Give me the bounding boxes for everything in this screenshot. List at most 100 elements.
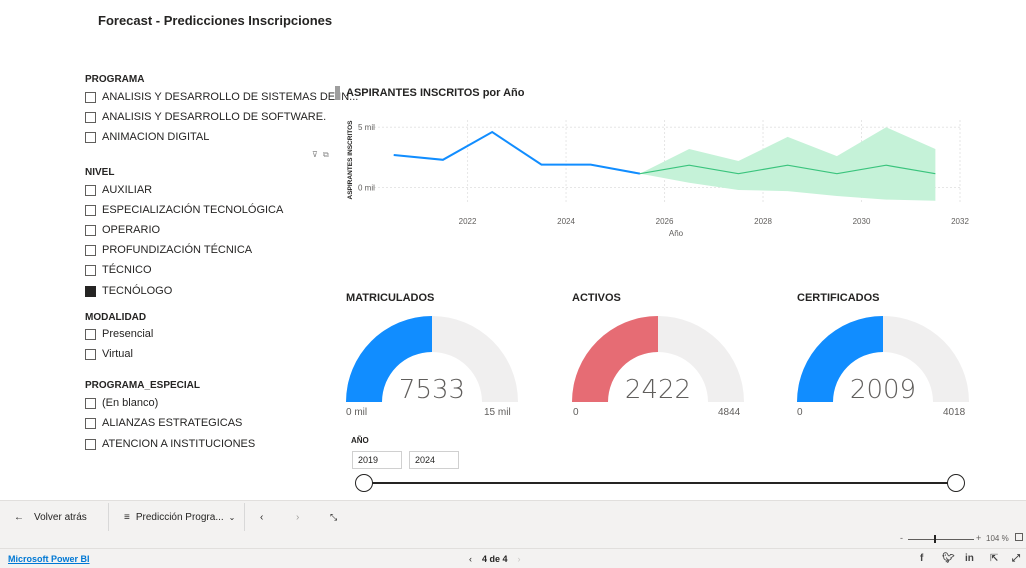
x-tick-label: 2026 xyxy=(656,217,674,226)
next-page-icon[interactable]: › xyxy=(518,554,521,564)
checkbox[interactable] xyxy=(85,111,96,123)
slicer-item-nivel-1[interactable]: ESPECIALIZACIÓN TECNOLÓGICA xyxy=(85,204,283,216)
year-slider-handle-start[interactable] xyxy=(355,474,373,492)
slicer-item-label: ANALISIS Y DESARROLLO DE SOFTWARE. xyxy=(102,111,327,123)
page-menu-button[interactable]: ≡ Predicción Progra... ⌄ xyxy=(124,512,235,523)
back-arrow-icon: ← xyxy=(14,512,24,523)
slicer-item-modalidad-1[interactable]: Virtual xyxy=(85,348,133,360)
share-icon[interactable]: ⇱ xyxy=(990,553,998,564)
slicer-item-label: ANIMACION DIGITAL xyxy=(102,131,210,143)
kpi-value-activos: 2422 xyxy=(624,375,692,405)
checkbox[interactable] xyxy=(85,204,96,216)
year-slicer-label: AÑO xyxy=(351,436,369,445)
slicer-item-label: ATENCION A INSTITUCIONES xyxy=(102,438,256,450)
checkbox[interactable] xyxy=(85,184,96,196)
checkbox[interactable] xyxy=(85,348,96,360)
prev-page-button[interactable]: ‹ xyxy=(260,512,263,523)
gauge-min-activos: 0 xyxy=(573,407,579,418)
divider xyxy=(108,503,109,531)
slicer-item-programa-especial-2[interactable]: ATENCION A INSTITUCIONES xyxy=(85,438,255,450)
zoom-out-button[interactable]: - xyxy=(900,533,903,543)
facebook-icon[interactable]: f xyxy=(920,553,923,564)
x-tick-label: 2028 xyxy=(754,217,772,226)
x-axis-label: Año xyxy=(669,229,684,238)
actual-series-line xyxy=(393,130,641,175)
slicer-item-nivel-4[interactable]: TÉCNICO xyxy=(85,264,152,276)
checkbox[interactable] xyxy=(85,224,96,236)
powerbi-link[interactable]: Microsoft Power BI xyxy=(8,554,90,564)
slicer-title-programa: PROGRAMA xyxy=(85,74,145,85)
menu-lines-icon: ≡ xyxy=(124,512,130,523)
checkbox[interactable] xyxy=(85,131,96,143)
line-chart: 2022 2024 2026 2028 2030 2032 0 mil5 mil Año … xyxy=(347,120,970,238)
gauge-max-matriculados: 15 mil xyxy=(484,407,511,418)
zoom-slider-track[interactable] xyxy=(908,539,974,540)
checkbox[interactable] xyxy=(85,244,96,256)
checkbox[interactable] xyxy=(85,285,96,297)
fullscreen-button[interactable]: ⤡ xyxy=(330,512,337,523)
checkbox[interactable] xyxy=(85,438,96,450)
kpi-value-matriculados: 7533 xyxy=(398,375,466,405)
slicer-item-modalidad-0[interactable]: Presencial xyxy=(85,328,153,340)
slicer-item-programa-especial-1[interactable]: ALIANZAS ESTRATEGICAS xyxy=(85,417,242,429)
y-tick-label: 0 mil xyxy=(358,184,375,193)
x-tick-label: 2022 xyxy=(459,217,477,226)
checkbox[interactable] xyxy=(85,264,96,276)
year-from-input[interactable]: 2019 xyxy=(352,451,402,469)
slicer-item-label: TÉCNICO xyxy=(102,264,152,276)
next-page-icon: › xyxy=(296,512,300,523)
fullscreen-icon: ⤡ xyxy=(330,512,338,522)
forecast-band xyxy=(639,127,936,201)
slicer-item-programa-1[interactable]: ANALISIS Y DESARROLLO DE SOFTWARE. xyxy=(85,111,326,123)
slicer-item-nivel-0[interactable]: AUXILIAR xyxy=(85,184,152,196)
checkbox[interactable] xyxy=(85,328,96,340)
gauge-max-activos: 4844 xyxy=(718,407,741,418)
kpi-title-matriculados: MATRICULADOS xyxy=(346,292,435,304)
checkbox[interactable] xyxy=(85,91,96,103)
zoom-in-button[interactable]: + xyxy=(976,533,981,543)
back-label: Volver atrás xyxy=(34,512,87,523)
kpi-title-certificados: CERTIFICADOS xyxy=(797,292,880,304)
year-slider-track[interactable] xyxy=(364,482,956,484)
slicer-item-nivel-3[interactable]: PROFUNDIZACIÓN TÉCNICA xyxy=(85,244,252,256)
slicer-title-modalidad: MODALIDAD xyxy=(85,312,147,323)
slicer-title-nivel: NIVEL xyxy=(85,167,115,178)
kpi-title-activos: ACTIVOS xyxy=(572,292,621,304)
back-button[interactable]: ← Volver atrás xyxy=(14,512,87,523)
year-slider-handle-end[interactable] xyxy=(947,474,965,492)
page-indicator: ‹ 4 de 4 › xyxy=(469,554,521,564)
chart-title: ASPIRANTES INSCRITOS por Año xyxy=(346,87,525,99)
slicer-item-label: (En blanco) xyxy=(102,397,159,409)
zoom-row xyxy=(0,534,1026,548)
x-axis-ticks: 2022 2024 2026 2028 2030 2032 xyxy=(459,217,970,226)
slicer-item-programa-2[interactable]: ANIMACION DIGITAL xyxy=(85,131,209,143)
slicer-item-label: Virtual xyxy=(102,348,133,360)
y-axis-ticks: 0 mil 5 mil xyxy=(358,123,375,192)
confidence-band xyxy=(639,127,936,201)
divider xyxy=(244,503,245,531)
checkbox[interactable] xyxy=(85,397,96,409)
zoom-level: 104 % xyxy=(986,534,1009,543)
slicer-item-nivel-2[interactable]: OPERARIO xyxy=(85,224,160,236)
prev-page-icon[interactable]: ‹ xyxy=(469,554,472,564)
slicer-item-label: OPERARIO xyxy=(102,224,161,236)
next-page-button[interactable]: › xyxy=(296,512,299,523)
gauge-min-matriculados: 0 mil xyxy=(346,407,368,418)
fit-page-icon[interactable] xyxy=(1015,533,1023,541)
zoom-slider-handle[interactable] xyxy=(934,535,936,543)
slicer-scrollbar[interactable] xyxy=(335,86,340,100)
checkbox[interactable] xyxy=(85,417,96,429)
y-tick-label: 5 mil xyxy=(358,123,375,132)
x-tick-label: 2032 xyxy=(951,217,969,226)
slicer-item-label: ALIANZAS ESTRATEGICAS xyxy=(102,417,243,429)
slicer-item-nivel-5[interactable]: TECNÓLOGO xyxy=(85,285,172,297)
twitter-icon[interactable]: 🐦︎ xyxy=(942,553,955,564)
prev-page-icon: ‹ xyxy=(260,512,264,523)
chevron-down-icon: ⌄ xyxy=(228,513,236,522)
linkedin-icon[interactable]: in xyxy=(965,553,974,564)
fullscreen-icon[interactable]: ⤢ xyxy=(1012,553,1020,564)
slicer-item-label: PROFUNDIZACIÓN TÉCNICA xyxy=(102,244,253,256)
year-to-input[interactable]: 2024 xyxy=(409,451,459,469)
y-axis-label: ASPIRANTES INSCRITOS xyxy=(347,120,354,200)
slicer-item-programa-especial-0[interactable]: (En blanco) xyxy=(85,397,158,409)
